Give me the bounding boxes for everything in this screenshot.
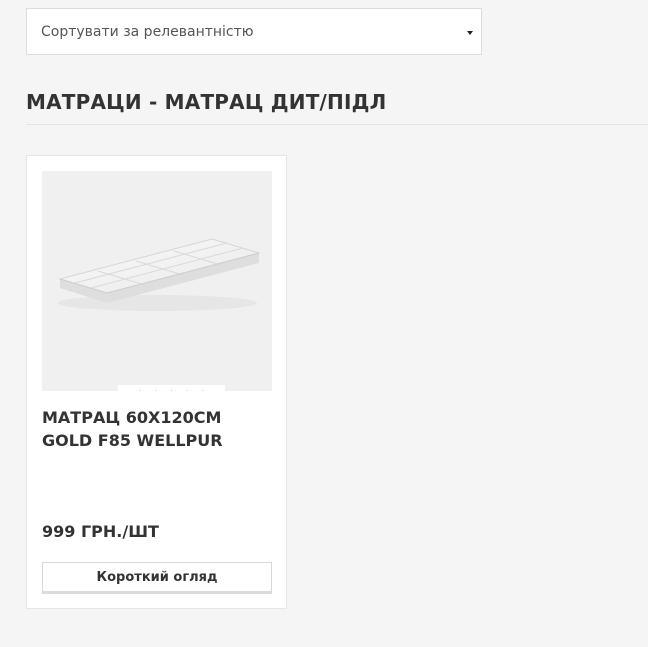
product-card: ★ ★ ★ ★ ★ МАТРАЦ 60X120CM GOLD F85 WELLP… <box>26 155 287 609</box>
star-icon: ★ <box>134 389 146 391</box>
star-icon: ★ <box>197 389 209 391</box>
quick-view-button[interactable]: Короткий огляд <box>42 562 272 594</box>
star-icon: ★ <box>181 389 193 391</box>
product-name-link[interactable]: МАТРАЦ 60X120CM GOLD F85 WELLPUR <box>42 406 277 452</box>
product-image[interactable]: ★ ★ ★ ★ ★ <box>42 171 272 391</box>
mattress-illustration <box>57 238 261 311</box>
sort-dropdown[interactable]: Сортувати за релевантністю <box>26 8 482 55</box>
category-title: МАТРАЦИ - МАТРАЦ ДИТ/ПІДЛ <box>26 90 387 114</box>
caret-down-icon <box>467 31 473 35</box>
product-price: 999 ГРН./ШТ <box>42 522 159 541</box>
rating-stars: ★ ★ ★ ★ ★ <box>118 385 225 391</box>
star-icon: ★ <box>166 389 178 391</box>
title-divider <box>26 124 648 125</box>
star-icon: ★ <box>150 389 162 391</box>
sort-selected-label: Сортувати за релевантністю <box>41 23 254 40</box>
